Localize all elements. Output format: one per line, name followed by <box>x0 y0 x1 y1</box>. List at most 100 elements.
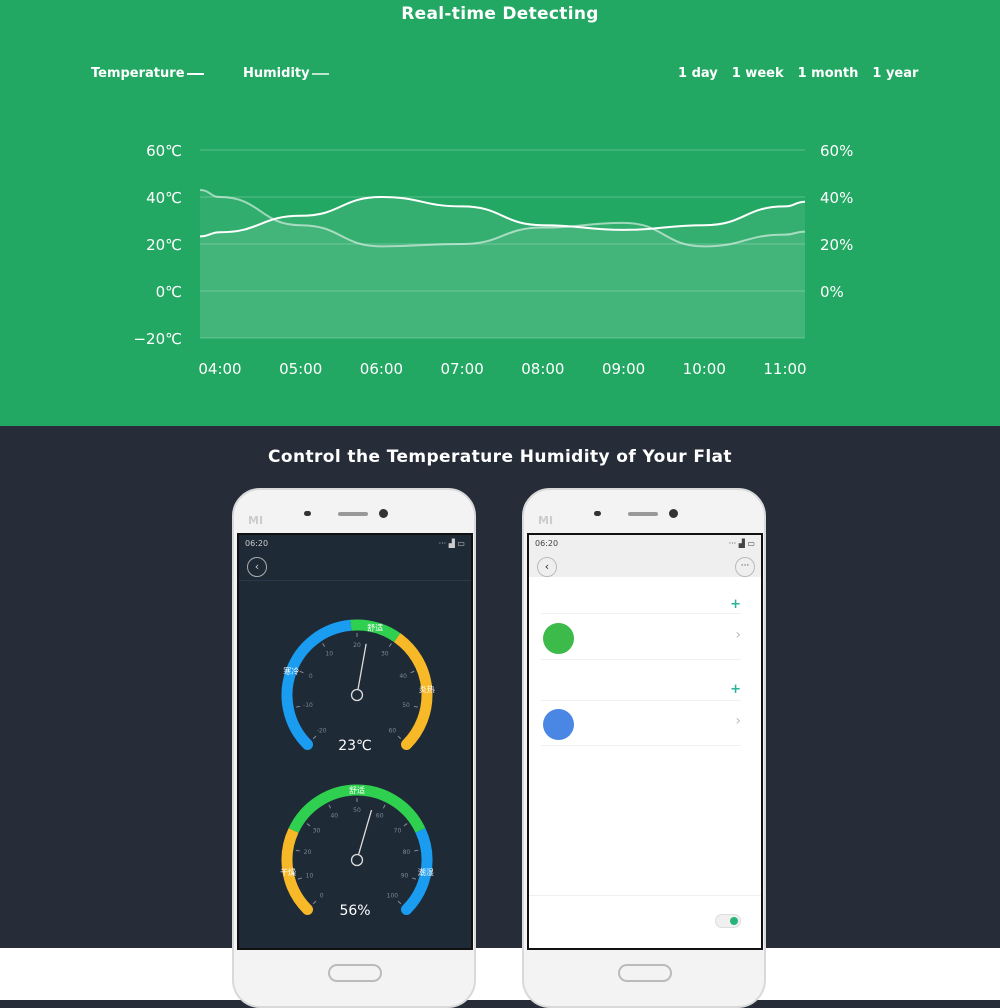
back-button[interactable]: ‹ <box>537 557 557 577</box>
gauge-tick-label: 10 <box>306 872 314 879</box>
x-tick: 11:00 <box>763 360 806 378</box>
x-tick: 04:00 <box>198 360 241 378</box>
x-tick: 09:00 <box>602 360 645 378</box>
series-area <box>200 189 805 338</box>
gauge-zone-label: 干燥 <box>280 868 296 877</box>
gauge-tick-label: 20 <box>304 849 312 856</box>
gauge-tick <box>328 804 332 809</box>
home-button[interactable] <box>618 964 672 982</box>
device-icon-green[interactable] <box>543 623 574 654</box>
x-tick: 06:00 <box>360 360 403 378</box>
gauge-tick-label: 40 <box>399 673 407 680</box>
gauge-tick-label: 70 <box>394 828 402 835</box>
y-tick-left: 40℃ <box>146 189 182 207</box>
gauge-tick-label: 100 <box>387 892 399 899</box>
gauge-tick <box>414 849 419 852</box>
divider <box>541 613 741 614</box>
gauge-tick <box>295 849 300 852</box>
add-button[interactable]: + <box>730 682 741 697</box>
gauge-tick <box>403 823 408 827</box>
chevron-right-icon[interactable]: › <box>735 627 741 643</box>
gauge-tick-label: -10 <box>303 702 313 709</box>
gauge-tick-label: 0 <box>309 673 313 680</box>
gauge-needle <box>358 809 373 855</box>
battery-icon: ··· ▟ ▭ <box>728 539 755 548</box>
brand-logo: MI <box>248 514 264 527</box>
device-icon-blue[interactable] <box>543 709 574 740</box>
gauge-tick-label: 50 <box>402 702 410 709</box>
x-tick: 10:00 <box>683 360 726 378</box>
gauge-tick <box>322 643 326 648</box>
y-tick-left: 0℃ <box>156 283 182 301</box>
more-button[interactable]: ··· <box>735 557 755 577</box>
brand-logo: MI <box>538 514 554 527</box>
realtime-section: Real-time Detecting Temperature Humidity… <box>0 0 1000 426</box>
camera <box>669 509 678 518</box>
chevron-right-icon[interactable]: › <box>735 713 741 729</box>
divider <box>541 659 741 660</box>
speaker <box>338 512 368 516</box>
speaker <box>628 512 658 516</box>
gauge-tick <box>410 670 415 674</box>
sensor <box>304 511 311 516</box>
divider <box>529 895 761 896</box>
humidity-value: 56% <box>339 903 371 919</box>
status-bar: 06:20 ··· ▟ ▭ <box>535 539 755 548</box>
gauge-tick <box>296 705 301 708</box>
gauge-zone-label: 寒冷 <box>283 666 299 676</box>
home-button[interactable] <box>328 964 382 982</box>
screen: 06:20 ··· ▟ ▭ ‹ ··· + › + › <box>527 533 763 950</box>
camera <box>379 509 388 518</box>
gauge-tick-label: 30 <box>313 828 321 835</box>
gauge-hub <box>350 853 364 867</box>
gauge-tick-label: 90 <box>401 872 409 879</box>
toggle-knob <box>730 917 738 925</box>
gauge-tick <box>412 877 417 880</box>
gauge-tick-label: 10 <box>325 650 333 657</box>
gauge-tick-label: 80 <box>403 849 411 856</box>
clock: 06:20 <box>535 539 559 548</box>
y-tick-right: 0% <box>820 283 844 301</box>
gauge-tick <box>306 823 311 827</box>
gauge-hub <box>350 688 364 702</box>
gauge-tick <box>413 705 418 708</box>
gauge-tick <box>388 643 392 648</box>
phone-devices: MI 06:20 ··· ▟ ▭ ‹ ··· + › + › <box>522 488 766 1008</box>
temperature-value: 23℃ <box>338 738 372 754</box>
gauge-tick <box>297 877 302 880</box>
y-tick-left: 20℃ <box>146 236 182 254</box>
footer-band <box>0 948 1000 1000</box>
gauge-tick-label: 40 <box>330 812 338 819</box>
add-button[interactable]: + <box>730 597 741 612</box>
control-title: Control the Temperature Humidity of Your… <box>268 447 732 467</box>
gauge-tick-label: 60 <box>389 727 397 734</box>
gauge-zone-label: 舒适 <box>349 785 365 795</box>
y-tick-right: 60% <box>820 142 853 160</box>
gauge-zone-label: 潮湿 <box>418 867 434 877</box>
gauge-tick <box>299 670 304 674</box>
phone-gauges: MI 06:20 ··· ▟ ▭ ‹ 寒冷 舒适 炎热 -20 -10 0 10 20 30 40 5… <box>232 488 476 1008</box>
screen: 06:20 ··· ▟ ▭ ‹ 寒冷 舒适 炎热 -20 -10 0 10 20 30 40 50 60… <box>237 533 473 950</box>
gauge-tick <box>382 804 386 809</box>
y-tick-right: 20% <box>820 236 853 254</box>
line-chart: 60℃ 60% 40℃ 40% 20℃ 20% 0℃ 0% −20℃ 04:00 05:00 06:0… <box>133 142 853 378</box>
gauge-tick-label: 20 <box>353 642 361 649</box>
gauge-tick-label: 60 <box>376 812 384 819</box>
gauge-tick-label: 0 <box>320 892 324 899</box>
divider <box>541 745 741 746</box>
gauge-zone-label: 舒适 <box>367 622 383 632</box>
divider <box>541 700 741 701</box>
x-tick: 08:00 <box>521 360 564 378</box>
y-tick-right: 40% <box>820 189 853 207</box>
gauge-tick-label: 50 <box>353 807 361 814</box>
gauge-zone-label: 炎热 <box>419 684 435 694</box>
toggle-switch[interactable] <box>715 914 741 928</box>
y-tick-left: 60℃ <box>146 142 182 160</box>
gauge-tick-label: -20 <box>317 727 327 734</box>
x-tick: 07:00 <box>441 360 484 378</box>
x-tick: 05:00 <box>279 360 322 378</box>
gauge-needle <box>357 643 367 690</box>
gauge-tick-label: 30 <box>381 650 389 657</box>
sensor <box>594 511 601 516</box>
y-tick-left: −20℃ <box>133 330 182 348</box>
